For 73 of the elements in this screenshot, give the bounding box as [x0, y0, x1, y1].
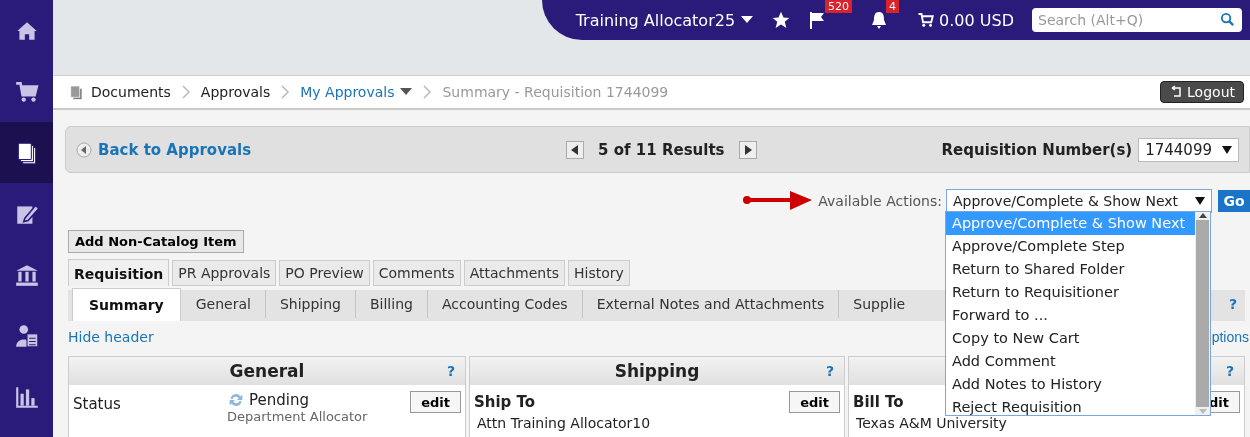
star-icon[interactable]	[771, 10, 792, 30]
scrollbar[interactable]	[1195, 212, 1210, 415]
field-label: Available Actions:	[818, 193, 942, 209]
subtab[interactable]: Shipping	[264, 290, 355, 318]
breadcrumb-item: Summary - Requisition 1744099	[442, 84, 669, 100]
go-button[interactable]: Go	[1218, 190, 1250, 212]
caret-icon	[1195, 197, 1205, 205]
refresh-icon	[227, 391, 245, 409]
dropdown-option[interactable]: Approve/Complete Step	[946, 235, 1195, 258]
previous-button[interactable]	[566, 140, 585, 159]
right-triangle-icon	[743, 144, 752, 155]
dropdown-option[interactable]: Return to Shared Folder	[946, 258, 1195, 281]
section-heading: Bill To	[853, 392, 904, 413]
results-count: 5 of 11 Results	[598, 140, 725, 159]
subtab[interactable]: External Notes and Attachments	[581, 290, 839, 318]
left-triangle-icon	[571, 144, 580, 155]
breadcrumb-link[interactable]: My Approvals	[300, 84, 395, 100]
field-label: Status	[73, 394, 122, 415]
add-item-button[interactable]: Add Non-Catalog Item	[68, 230, 244, 253]
tab[interactable]: History	[568, 260, 630, 286]
section-heading: Ship To	[474, 392, 536, 413]
user-menu[interactable]: Training Allocator25	[575, 10, 754, 30]
tab[interactable]: Attachments	[463, 260, 565, 286]
panel-title: General	[229, 361, 305, 381]
dropdown-option[interactable]: Add Notes to History	[946, 373, 1195, 396]
breadcrumb-item[interactable]: Approvals	[200, 84, 271, 100]
dropdown-option[interactable]: Copy to New Cart	[946, 327, 1195, 350]
undo-icon	[1169, 85, 1184, 99]
field-label: Requisition Number(s)	[941, 140, 1133, 159]
logout-button[interactable]: Logout	[1160, 81, 1244, 103]
subtab[interactable]: General	[180, 290, 265, 318]
sidebar-item[interactable]	[0, 122, 53, 183]
cart-total[interactable]: 0.00 USD	[939, 10, 1014, 30]
help-link[interactable]: ?	[1228, 296, 1237, 312]
subtab[interactable]: Accounting Codes	[426, 290, 582, 318]
search-field[interactable]: Search (Alt+Q)	[1032, 8, 1242, 32]
back-link[interactable]: Back to Approvals	[76, 140, 252, 159]
dropdown-option[interactable]: Return to Requisitioner	[946, 281, 1195, 304]
documents-icon	[67, 83, 85, 101]
breadcrumb-item[interactable]: Documents	[91, 84, 171, 100]
edit-button[interactable]: edit	[410, 391, 461, 413]
cart-icon[interactable]	[917, 11, 936, 29]
help-link[interactable]: ?	[825, 363, 834, 379]
edit-button[interactable]: edit	[789, 391, 840, 413]
next-button[interactable]	[738, 140, 757, 159]
dropdown-option[interactable]: Forward to ...	[946, 304, 1195, 327]
panel-title: Shipping	[614, 361, 700, 381]
caret-icon	[741, 16, 754, 24]
subtab[interactable]: Billing	[354, 290, 427, 318]
address-line: Texas A&M University	[855, 415, 1008, 431]
actions-select[interactable]: Approve/Complete & Show Next	[946, 189, 1212, 213]
subtab[interactable]: Summary	[72, 288, 181, 321]
status-value: Pending	[249, 391, 309, 409]
status-note: Department Allocator	[227, 409, 369, 424]
subtab[interactable]: Supplie	[838, 290, 920, 318]
tab[interactable]: PO Preview	[279, 260, 370, 286]
caret-icon	[1222, 145, 1232, 154]
tab[interactable]: Requisition	[68, 259, 170, 286]
hide-header-link[interactable]: Hide header	[68, 329, 154, 349]
options-link[interactable]: ptions	[1211, 329, 1249, 349]
person-icon	[13, 322, 40, 349]
help-link[interactable]: ?	[1225, 363, 1234, 379]
caret-icon	[400, 88, 413, 96]
address-line: Attn Training Allocator10	[476, 414, 652, 431]
search-icon[interactable]	[1220, 12, 1235, 27]
tab[interactable]: Comments	[372, 260, 461, 286]
bell-icon[interactable]	[870, 10, 889, 30]
dropdown-option[interactable]: Add Comment	[946, 350, 1195, 373]
requisition-select[interactable]: 1744099	[1138, 137, 1239, 162]
tab[interactable]: PR Approvals	[172, 260, 277, 286]
notification-badge: 520	[825, 0, 853, 13]
help-link[interactable]: ?	[446, 363, 455, 379]
notification-badge: 4	[886, 0, 900, 13]
